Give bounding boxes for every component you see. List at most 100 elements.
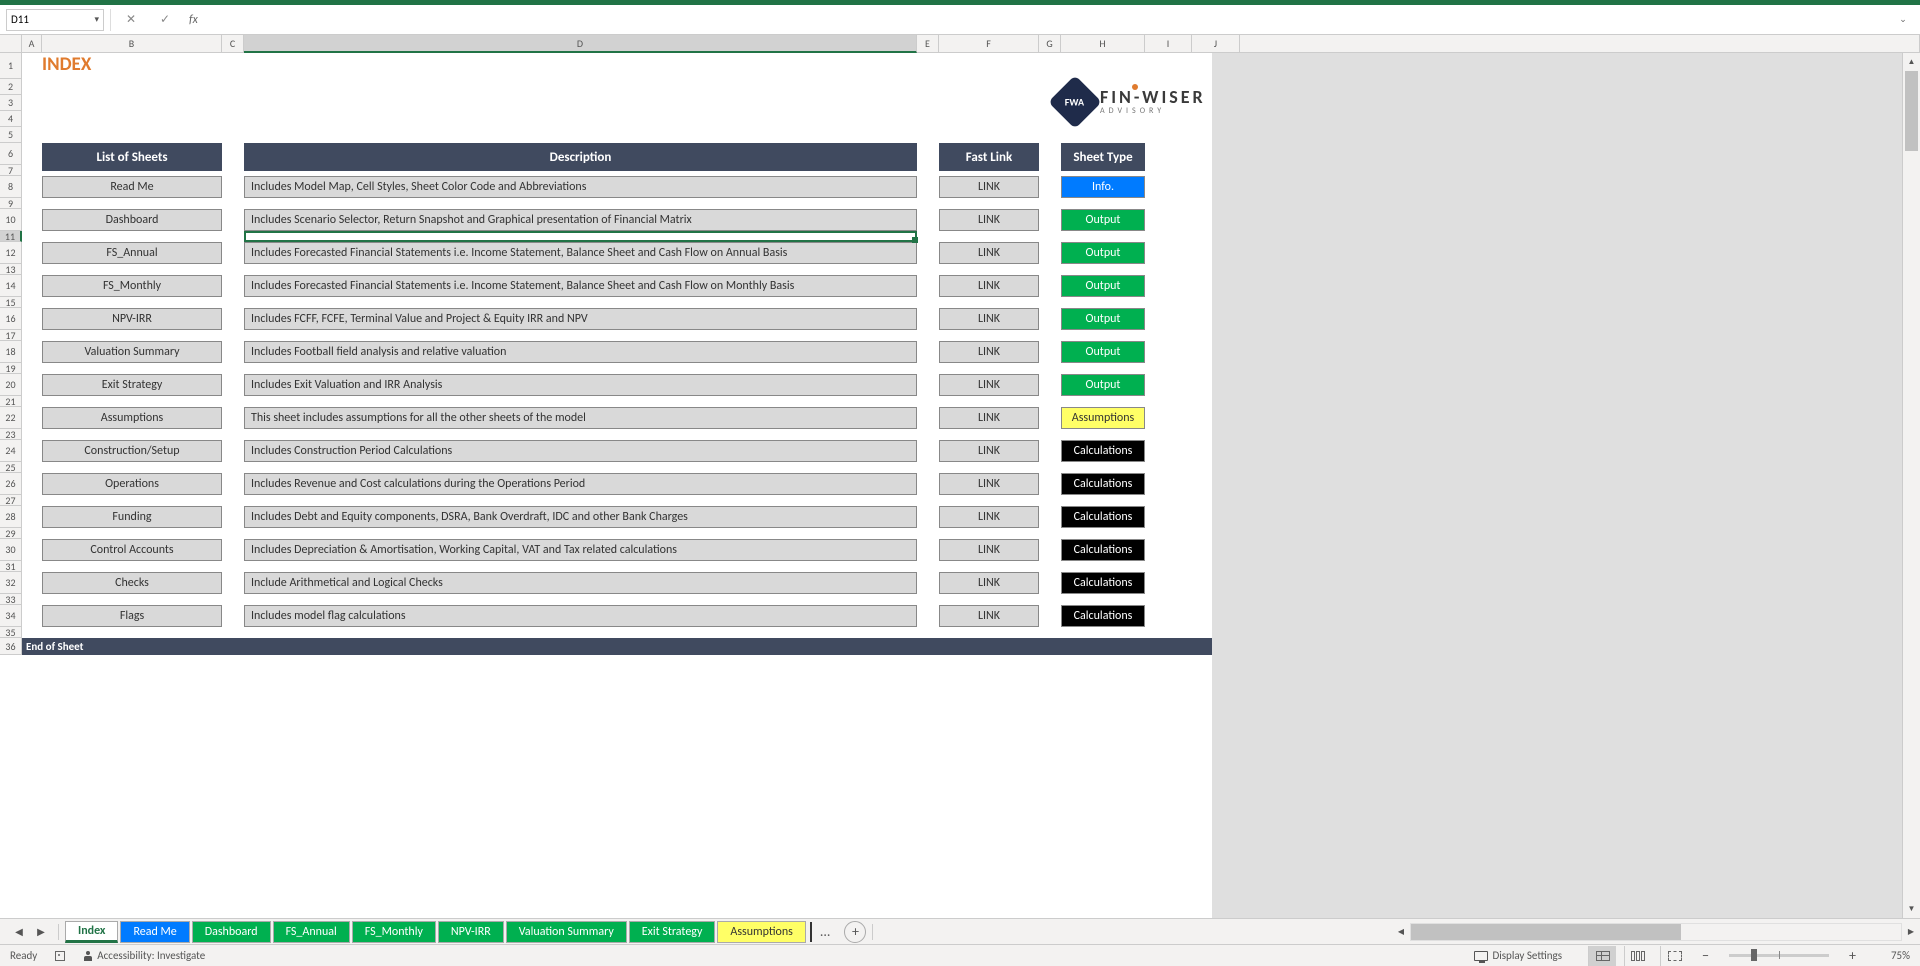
row-header-24[interactable]: 24 [0,440,22,462]
fast-link-cell[interactable]: LINK [939,539,1039,561]
sheet-tab[interactable]: Index [65,921,118,943]
scroll-up-icon[interactable]: ▲ [1903,53,1920,71]
row-header-33[interactable]: 33 [0,594,22,605]
row-header-29[interactable]: 29 [0,528,22,539]
sheet-name-cell[interactable]: Valuation Summary [42,341,222,363]
view-page-break-button[interactable] [1660,946,1688,966]
sheet-name-cell[interactable]: NPV-IRR [42,308,222,330]
row-header-11[interactable]: 11 [0,231,22,242]
sheet-name-cell[interactable]: Construction/Setup [42,440,222,462]
row-header-15[interactable]: 15 [0,297,22,308]
fast-link-cell[interactable]: LINK [939,308,1039,330]
fast-link-cell[interactable]: LINK [939,440,1039,462]
tab-nav-prev[interactable]: ◀ [8,921,30,943]
sheet-tab[interactable]: Assumptions [717,921,805,943]
name-box[interactable]: D11 [6,9,104,31]
formula-input[interactable] [208,9,1886,31]
row-header-3[interactable]: 3 [0,95,22,111]
row-header-31[interactable]: 31 [0,561,22,572]
row-header-36[interactable]: 36 [0,638,22,655]
column-header-C[interactable]: C [222,35,244,53]
fast-link-cell[interactable]: LINK [939,473,1039,495]
sheet-tab[interactable]: Dashboard [192,921,271,943]
column-header-D[interactable]: D [244,35,917,53]
vertical-scrollbar[interactable]: ▲ ▼ [1902,53,1920,918]
row-header-22[interactable]: 22 [0,407,22,429]
row-header-21[interactable]: 21 [0,396,22,407]
sheet-name-cell[interactable]: Flags [42,605,222,627]
horizontal-scrollbar[interactable]: ◀ ▶ [1392,922,1920,942]
row-header-20[interactable]: 20 [0,374,22,396]
fx-icon[interactable]: fx [185,13,202,27]
row-header-12[interactable]: 12 [0,242,22,264]
sheet-name-cell[interactable]: FS_Annual [42,242,222,264]
row-header-32[interactable]: 32 [0,572,22,594]
row-header-16[interactable]: 16 [0,308,22,330]
sheet-name-cell[interactable]: Exit Strategy [42,374,222,396]
sheet-tab[interactable]: Read Me [120,921,189,943]
row-header-28[interactable]: 28 [0,506,22,528]
fast-link-cell[interactable]: LINK [939,506,1039,528]
zoom-out-button[interactable]: − [1696,947,1715,964]
fast-link-cell[interactable]: LINK [939,572,1039,594]
row-header-6[interactable]: 6 [0,143,22,165]
zoom-in-button[interactable]: + [1843,947,1862,964]
sheet-tab[interactable]: Valuation Summary [506,921,627,943]
row-header-27[interactable]: 27 [0,495,22,506]
display-settings-button[interactable]: Display Settings [1474,949,1562,962]
row-header-13[interactable]: 13 [0,264,22,275]
view-page-layout-button[interactable] [1624,946,1652,966]
row-header-7[interactable]: 7 [0,165,22,176]
sheet-name-cell[interactable]: Control Accounts [42,539,222,561]
tabs-overflow[interactable]: ... [812,923,839,940]
vertical-scroll-thumb[interactable] [1905,71,1918,151]
column-header-H[interactable]: H [1061,35,1145,53]
sheet-name-cell[interactable]: Checks [42,572,222,594]
row-header-1[interactable]: 1 [0,53,22,79]
cancel-button[interactable]: ✕ [117,9,145,31]
row-header-14[interactable]: 14 [0,275,22,297]
zoom-percent[interactable]: 75% [1870,949,1910,962]
sheet-name-cell[interactable]: Assumptions [42,407,222,429]
add-sheet-button[interactable]: + [844,921,866,943]
sheet-tab[interactable]: FS_Annual [273,921,350,943]
zoom-slider-thumb[interactable] [1751,949,1757,961]
sheet-name-cell[interactable]: Operations [42,473,222,495]
row-header-17[interactable]: 17 [0,330,22,341]
fast-link-cell[interactable]: LINK [939,242,1039,264]
column-header-B[interactable]: B [42,35,222,53]
sheet-tab[interactable]: FS_Monthly [352,921,436,943]
row-header-5[interactable]: 5 [0,127,22,143]
row-header-8[interactable]: 8 [0,176,22,198]
macro-recording-button[interactable] [55,951,65,961]
row-header-19[interactable]: 19 [0,363,22,374]
column-header-F[interactable]: F [939,35,1039,53]
column-header-I[interactable]: I [1145,35,1192,53]
zoom-slider[interactable] [1729,954,1829,957]
view-normal-button[interactable] [1588,946,1616,966]
scroll-down-icon[interactable]: ▼ [1903,900,1920,918]
scroll-left-icon[interactable]: ◀ [1392,923,1410,941]
row-header-30[interactable]: 30 [0,539,22,561]
sheet-tab[interactable]: Exit Strategy [629,921,716,943]
horizontal-scroll-thumb[interactable] [1411,924,1681,940]
row-header-26[interactable]: 26 [0,473,22,495]
fast-link-cell[interactable]: LINK [939,176,1039,198]
sheet-name-cell[interactable]: Dashboard [42,209,222,231]
row-header-23[interactable]: 23 [0,429,22,440]
fast-link-cell[interactable]: LINK [939,275,1039,297]
fast-link-cell[interactable]: LINK [939,605,1039,627]
sheet-name-cell[interactable]: FS_Monthly [42,275,222,297]
row-header-18[interactable]: 18 [0,341,22,363]
sheet-name-cell[interactable]: Funding [42,506,222,528]
sheet-name-cell[interactable]: Read Me [42,176,222,198]
column-header-J[interactable]: J [1192,35,1240,53]
grid-content[interactable]: INDEXFWA FIN-WISER ADVISORY List of Shee… [22,53,1920,918]
select-all-corner[interactable] [0,35,22,53]
fast-link-cell[interactable]: LINK [939,341,1039,363]
tab-nav-next[interactable]: ▶ [30,921,52,943]
enter-button[interactable]: ✓ [151,9,179,31]
row-header-34[interactable]: 34 [0,605,22,627]
column-header-E[interactable]: E [917,35,939,53]
scroll-right-icon[interactable]: ▶ [1902,923,1920,941]
